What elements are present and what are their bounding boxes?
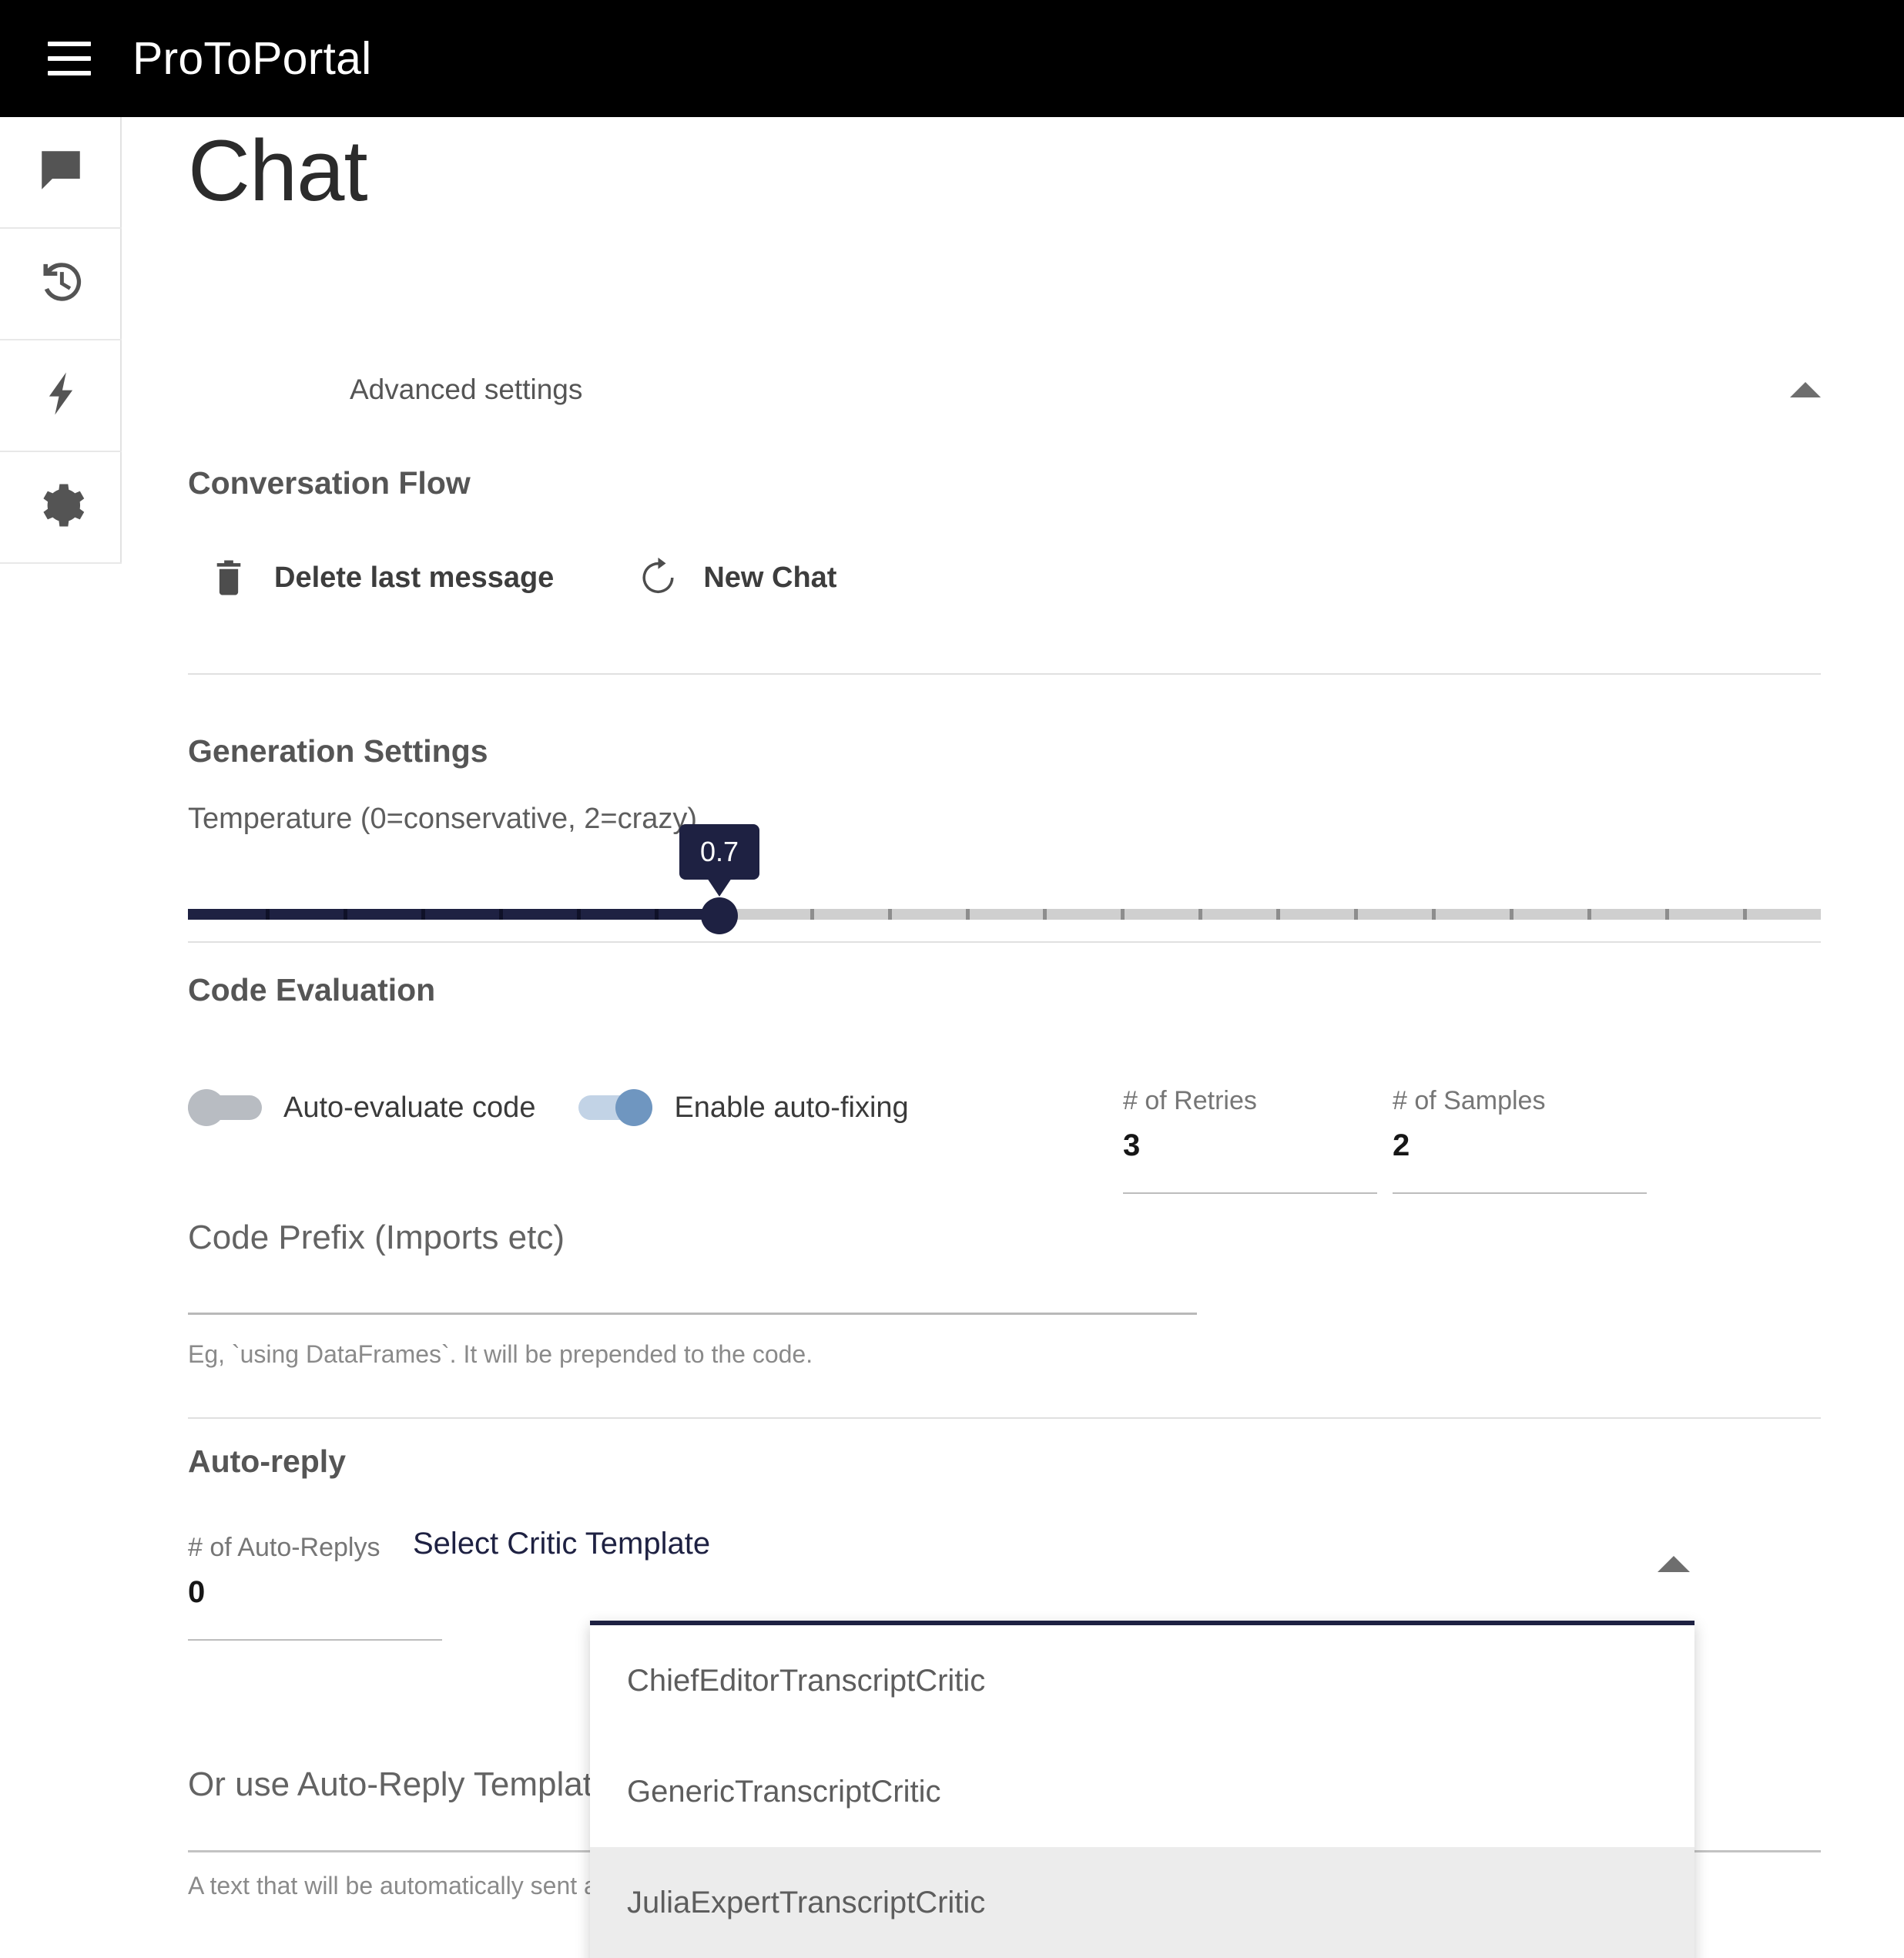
gear-icon bbox=[35, 480, 86, 535]
new-chat-button[interactable]: New Chat bbox=[617, 548, 850, 607]
conversation-flow-heading: Conversation Flow bbox=[188, 465, 471, 501]
delete-last-message-button[interactable]: Delete last message bbox=[188, 549, 568, 606]
or-use-auto-reply-label[interactable]: Or use Auto-Reply Template bbox=[188, 1765, 611, 1804]
samples-field[interactable]: # of Samples 2 bbox=[1393, 1086, 1647, 1194]
samples-value: 2 bbox=[1393, 1128, 1410, 1162]
sidebar bbox=[0, 117, 122, 564]
samples-caption: # of Samples bbox=[1393, 1086, 1546, 1115]
auto-replys-field[interactable]: # of Auto-Replys 0 bbox=[188, 1533, 442, 1641]
dropdown-option[interactable]: GenericTranscriptCritic bbox=[590, 1736, 1694, 1847]
auto-replys-value: 0 bbox=[188, 1575, 206, 1609]
retries-field[interactable]: # of Retries 3 bbox=[1123, 1086, 1377, 1194]
temperature-slider[interactable]: 0.7 bbox=[188, 824, 1821, 934]
page-title: Chat bbox=[188, 122, 368, 219]
toggle-switch bbox=[578, 1089, 653, 1126]
sidebar-item-history[interactable] bbox=[0, 229, 122, 340]
field-underline bbox=[1393, 1192, 1647, 1194]
slider-value-bubble: 0.7 bbox=[679, 824, 759, 897]
lightning-bolt-icon bbox=[35, 368, 86, 423]
advanced-settings-label: Advanced settings bbox=[350, 374, 583, 405]
dropdown-option[interactable]: JuliaExpertTranscriptCritic bbox=[590, 1847, 1694, 1958]
code-prefix-underline bbox=[188, 1313, 1197, 1315]
toggle-switch bbox=[188, 1089, 262, 1126]
divider-3 bbox=[188, 1417, 1821, 1419]
app-title: ProToPortal bbox=[132, 33, 372, 84]
code-prefix-hint: Eg, `using DataFrames`. It will be prepe… bbox=[188, 1340, 813, 1368]
refresh-icon bbox=[631, 556, 685, 599]
dropdown-option[interactable]: ChiefEditorTranscriptCritic bbox=[590, 1625, 1694, 1736]
field-underline bbox=[188, 1639, 442, 1641]
conversation-flow-actions: Delete last message New Chat bbox=[188, 548, 900, 607]
chat-bubble-icon bbox=[35, 145, 86, 199]
advanced-settings-toggle[interactable]: Advanced settings bbox=[188, 365, 1821, 414]
auto-replys-caption: # of Auto-Replys bbox=[188, 1533, 380, 1562]
enable-auto-fixing-toggle[interactable]: Enable auto-fixing bbox=[578, 1089, 909, 1126]
hamburger-icon[interactable] bbox=[48, 42, 91, 75]
app-root: ProToPortal Chat Advanced settings Conve… bbox=[0, 0, 1904, 1958]
code-prefix-label[interactable]: Code Prefix (Imports etc) bbox=[188, 1219, 565, 1257]
generation-settings-heading: Generation Settings bbox=[188, 733, 488, 769]
enable-auto-fixing-label: Enable auto-fixing bbox=[674, 1091, 909, 1124]
select-critic-template-label[interactable]: Select Critic Template bbox=[413, 1527, 710, 1561]
field-underline bbox=[1123, 1192, 1377, 1194]
history-clock-icon bbox=[35, 256, 86, 311]
trash-icon bbox=[202, 557, 256, 598]
auto-evaluate-code-toggle[interactable]: Auto-evaluate code bbox=[188, 1089, 535, 1126]
auto-evaluate-code-label: Auto-evaluate code bbox=[283, 1091, 536, 1124]
slider-ticks bbox=[188, 909, 1821, 920]
sidebar-item-chat[interactable] bbox=[0, 117, 122, 229]
new-chat-label: New Chat bbox=[703, 561, 837, 594]
retries-value: 3 bbox=[1123, 1128, 1141, 1162]
code-evaluation-toggles: Auto-evaluate code Enable auto-fixing bbox=[188, 1089, 952, 1126]
caret-up-icon[interactable] bbox=[1790, 382, 1821, 397]
slider-knob[interactable] bbox=[701, 897, 738, 934]
critic-template-dropdown[interactable]: ChiefEditorTranscriptCritic GenericTransc… bbox=[590, 1621, 1694, 1958]
code-evaluation-heading: Code Evaluation bbox=[188, 972, 436, 1007]
caret-up-icon[interactable] bbox=[1658, 1556, 1690, 1572]
auto-reply-heading: Auto-reply bbox=[188, 1443, 346, 1479]
sidebar-item-prompts[interactable] bbox=[0, 340, 122, 452]
temperature-label: Temperature (0=conservative, 2=crazy) bbox=[188, 803, 698, 835]
divider-1 bbox=[188, 673, 1821, 675]
divider-2 bbox=[188, 941, 1821, 943]
delete-last-message-label: Delete last message bbox=[274, 561, 555, 594]
main-content: Chat Advanced settings Conversation Flow… bbox=[123, 117, 1904, 1958]
top-bar: ProToPortal bbox=[0, 0, 1904, 117]
retries-caption: # of Retries bbox=[1123, 1086, 1257, 1115]
sidebar-item-settings[interactable] bbox=[0, 452, 122, 564]
